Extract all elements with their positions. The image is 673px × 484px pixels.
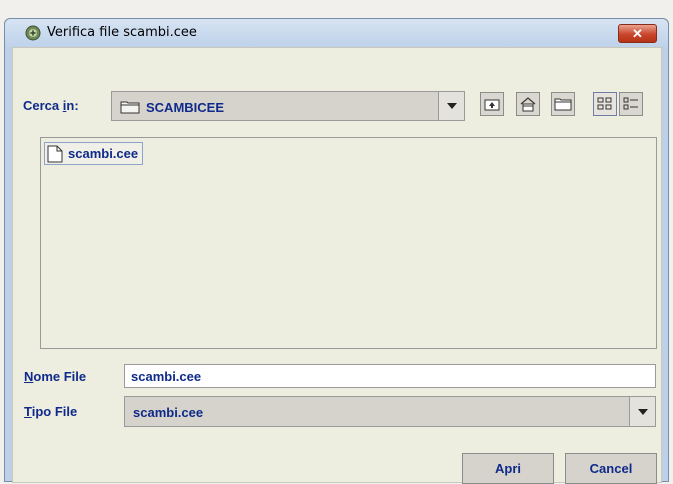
look-in-label: Cerca in: (23, 98, 79, 113)
up-folder-icon (484, 99, 500, 111)
chevron-down-icon (637, 408, 648, 415)
filetype-label: Tipo File (24, 404, 77, 419)
list-view-icon (597, 97, 612, 110)
filename-input[interactable]: scambi.cee (124, 364, 656, 388)
filename-label-rest: ome File (33, 369, 87, 384)
home-icon (520, 96, 536, 111)
file-item-scambi-cee[interactable]: scambi.cee (44, 142, 144, 165)
window-title: Verifica file scambi.cee (47, 25, 197, 40)
file-icon (47, 145, 63, 162)
title-bar[interactable]: Verifica file scambi.cee ✕ (5, 19, 668, 47)
file-list[interactable]: scambi.cee (40, 137, 657, 349)
close-button[interactable]: ✕ (618, 24, 657, 43)
filetype-label-rest: ipo File (31, 404, 78, 419)
filetype-combo[interactable]: scambi.cee (124, 396, 656, 427)
look-in-label-prefix: Cerca (23, 98, 63, 113)
dialog-content: Cerca in: SCAMBICEE scambi.cee Nome File… (12, 47, 662, 484)
app-emblem-icon (25, 25, 41, 41)
new-folder-icon (554, 98, 572, 110)
close-icon: ✕ (632, 25, 643, 41)
up-folder-button[interactable] (480, 92, 504, 116)
folder-icon (120, 100, 140, 119)
chevron-down-icon (446, 103, 457, 109)
filetype-dropdown-arrow[interactable] (629, 397, 655, 426)
filename-label-mnemonic: N (24, 369, 34, 384)
new-folder-button[interactable] (551, 92, 575, 116)
file-chooser-dialog: Verifica file scambi.cee ✕ Cerca in: SCA… (4, 18, 669, 484)
look-in-value: SCAMBICEE (146, 100, 225, 115)
home-button[interactable] (516, 92, 540, 116)
open-button[interactable]: Apri (462, 453, 554, 484)
details-view-button[interactable] (619, 92, 643, 116)
look-in-label-suffix: n: (66, 98, 79, 113)
filetype-value: scambi.cee (133, 405, 204, 420)
filetype-label-mnemonic: T (24, 404, 32, 419)
file-item-label: scambi.cee (68, 146, 139, 161)
list-view-button[interactable] (593, 92, 617, 116)
details-view-icon (623, 97, 638, 110)
filename-label: Nome File (24, 369, 86, 384)
look-in-dropdown-arrow[interactable] (438, 92, 464, 120)
look-in-combo[interactable]: SCAMBICEE (111, 91, 465, 121)
cancel-button[interactable]: Cancel (565, 453, 657, 484)
